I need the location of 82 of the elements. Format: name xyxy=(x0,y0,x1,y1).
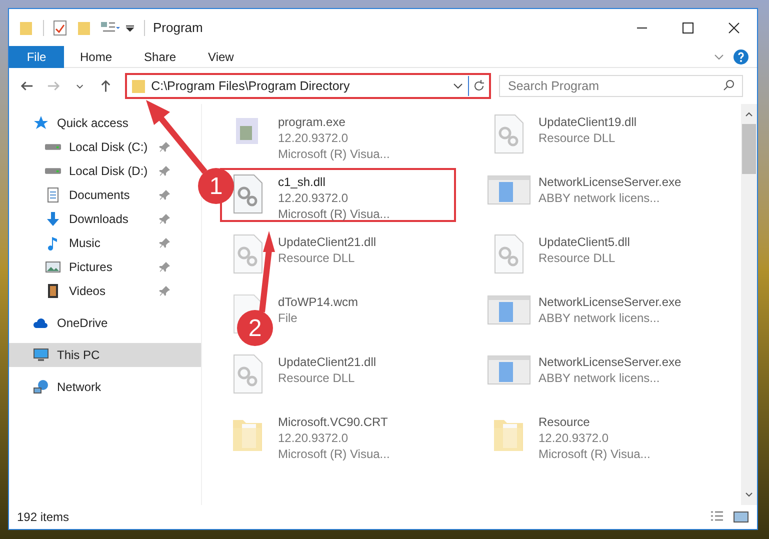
file-detail: Microsoft (R) Visua... xyxy=(278,146,390,162)
navigation-item[interactable]: Downloads xyxy=(9,207,175,231)
pin-icon[interactable] xyxy=(159,189,171,201)
file-detail: ABBY network licens... xyxy=(538,190,661,206)
file-name: NetworkLicenseServer.exe xyxy=(538,174,682,190)
folder-icon xyxy=(131,78,148,94)
file-name: UpdateClient19.dll xyxy=(538,114,637,130)
file-detail: 12.20.9372.0 xyxy=(278,130,350,146)
navigation-item[interactable]: Quick access xyxy=(9,111,175,135)
film-icon xyxy=(45,283,61,299)
drive-icon xyxy=(45,144,61,150)
file-name: UpdateClient21.dll xyxy=(278,354,376,370)
help-icon[interactable] xyxy=(733,48,749,64)
window-icon xyxy=(486,294,530,326)
file-detail: Resource DLL xyxy=(538,250,616,266)
file-detail: Resource DLL xyxy=(278,250,356,266)
window-title: Program xyxy=(153,18,203,37)
navigation-item[interactable]: Documents xyxy=(9,183,175,207)
gear-file-icon xyxy=(492,234,524,274)
search-field[interactable]: Search Program xyxy=(499,75,744,97)
highlighted-file-item[interactable]: c1_sh.dll 12.20.9372.0 Microsoft (R) Visua... xyxy=(220,168,456,222)
file-detail: Microsoft (R) Visua... xyxy=(278,206,390,222)
navigation-item[interactable]: Local Disk (C:) xyxy=(9,135,175,159)
navigation-item[interactable]: OneDrive xyxy=(9,311,175,335)
pin-icon[interactable] xyxy=(159,141,171,153)
file-detail: Microsoft (R) Visua... xyxy=(538,446,650,462)
address-field[interactable]: C:\Program Files\Program Directory xyxy=(125,73,492,99)
gear-file-icon xyxy=(232,174,264,214)
scrollbar[interactable] xyxy=(741,104,757,505)
gear-file-icon xyxy=(492,114,524,154)
pin-icon[interactable] xyxy=(159,285,171,297)
file-detail: Resource DLL xyxy=(538,130,616,146)
window-icon xyxy=(486,174,530,206)
file-detail: Resource DLL xyxy=(278,370,356,386)
gear-file-icon xyxy=(232,354,264,394)
navigation-item[interactable]: Music xyxy=(9,231,175,255)
document-icon xyxy=(45,187,61,203)
file-name: dToWP14.wcm xyxy=(278,294,358,310)
navigation-item[interactable]: Videos xyxy=(9,279,175,303)
item-count: 192 items xyxy=(17,509,70,526)
file-detail: ABBY network licens... xyxy=(538,310,661,326)
search-icon[interactable] xyxy=(723,79,736,91)
pin-icon[interactable] xyxy=(159,213,171,225)
monitor-icon xyxy=(33,347,49,363)
gear-file-icon xyxy=(232,234,264,274)
callout-badge: 2 xyxy=(237,310,273,346)
callout-badge: 1 xyxy=(198,168,234,204)
file-detail: 12.20.9372.0 xyxy=(278,190,350,206)
file-name: Microsoft.VC90.CRT xyxy=(278,414,389,430)
file-detail: ABBY network licens... xyxy=(538,370,661,386)
checklist-icon[interactable] xyxy=(52,20,68,36)
thumbnail-view-icon[interactable] xyxy=(733,509,749,525)
file-detail: Microsoft (R) Visua... xyxy=(278,446,390,462)
ribbon-tab[interactable]: File xyxy=(9,46,64,68)
pin-icon[interactable] xyxy=(159,261,171,273)
ribbon-tab[interactable]: Home xyxy=(64,46,128,68)
navigation-item[interactable]: Network xyxy=(9,375,175,399)
star-icon xyxy=(33,115,49,131)
network-icon xyxy=(33,379,49,395)
file-name: NetworkLicenseServer.exe xyxy=(538,294,682,310)
ribbon-tab[interactable]: View xyxy=(192,46,250,68)
drive-icon xyxy=(45,168,61,174)
file-name: UpdateClient5.dll xyxy=(538,234,630,250)
ribbon-tab[interactable]: Share xyxy=(128,46,192,68)
file-name: c1_sh.dll xyxy=(278,174,326,190)
navigation-item[interactable]: This PC xyxy=(9,343,201,367)
file-detail: 12.20.9372.0 xyxy=(278,430,350,446)
scroll-thumb[interactable] xyxy=(742,124,756,174)
file-detail: File xyxy=(278,310,298,326)
file-detail: 12.20.9372.0 xyxy=(538,430,610,446)
navigation-item[interactable]: Local Disk (D:) xyxy=(9,159,175,183)
file-name: program.exe xyxy=(278,114,346,130)
address-path: C:\Program Files\Program Directory xyxy=(151,78,351,95)
file-name: NetworkLicenseServer.exe xyxy=(538,354,682,370)
pin-icon[interactable] xyxy=(159,237,171,249)
picture-icon xyxy=(45,259,61,275)
file-name: Resource xyxy=(538,414,591,430)
window-icon xyxy=(486,354,530,386)
download-arrow-icon xyxy=(45,211,61,227)
pin-icon[interactable] xyxy=(159,165,171,177)
navigation-item[interactable]: Pictures xyxy=(9,255,175,279)
file-name: UpdateClient21.dll xyxy=(278,234,376,250)
